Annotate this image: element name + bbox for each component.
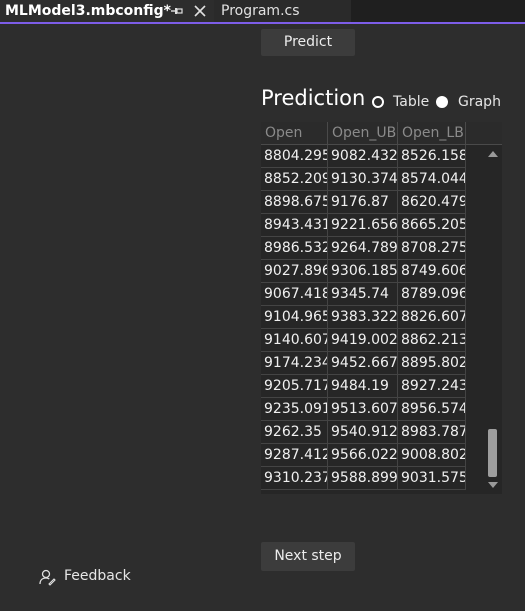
column-header-open[interactable]: Open xyxy=(261,122,328,145)
graph-view-radio[interactable] xyxy=(436,96,448,108)
cell-open-lb: 8789.096 xyxy=(398,283,466,306)
table-row[interactable]: 9067.418 9345.74 8789.096 xyxy=(261,283,487,306)
cell-open-lb: 8708.275 xyxy=(398,237,466,260)
cell-open-ub: 9383.322 xyxy=(328,306,398,329)
cell-open: 9067.418 xyxy=(261,283,328,306)
graph-view-label[interactable]: Graph xyxy=(458,94,501,110)
cell-open-ub: 9345.74 xyxy=(328,283,398,306)
cell-open-ub: 9176.87 xyxy=(328,191,398,214)
cell-open-ub: 9221.656 xyxy=(328,214,398,237)
feedback-icon[interactable] xyxy=(38,568,56,586)
cell-open: 8986.532 xyxy=(261,237,328,260)
table-row[interactable]: 9262.35 9540.912 8983.787 xyxy=(261,421,487,444)
scrollbar-thumb[interactable] xyxy=(488,429,497,477)
cell-open-ub: 9082.432 xyxy=(328,145,398,168)
cell-open-lb: 9031.575 xyxy=(398,467,466,490)
table-view-radio[interactable] xyxy=(372,96,384,108)
table-view-label[interactable]: Table xyxy=(393,94,429,110)
table-row[interactable]: 8898.675 9176.87 8620.479 xyxy=(261,191,487,214)
grid-vertical-scrollbar[interactable] xyxy=(484,146,501,493)
prediction-title: Prediction xyxy=(261,86,366,110)
cell-open: 8898.675 xyxy=(261,191,328,214)
tab-label: Program.cs xyxy=(221,3,300,19)
column-header-open-ub[interactable]: Open_UB xyxy=(328,122,398,145)
cell-open: 9262.35 xyxy=(261,421,328,444)
cell-open-lb: 8665.205 xyxy=(398,214,466,237)
predict-button[interactable]: Predict xyxy=(261,29,355,56)
table-row[interactable]: 9174.234 9452.667 8895.802 xyxy=(261,352,487,375)
cell-open-lb: 8574.044 xyxy=(398,168,466,191)
cell-open: 9027.896 xyxy=(261,260,328,283)
cell-open-ub: 9264.789 xyxy=(328,237,398,260)
cell-open-lb: 8956.574 xyxy=(398,398,466,421)
tab-program-cs[interactable]: Program.cs xyxy=(214,0,351,22)
cell-open-ub: 9484.19 xyxy=(328,375,398,398)
cell-open-ub: 9513.607 xyxy=(328,398,398,421)
table-row[interactable]: 9287.412 9566.022 9008.802 xyxy=(261,444,487,467)
column-header-open-lb[interactable]: Open_LB xyxy=(398,122,466,145)
scroll-up-icon[interactable] xyxy=(488,151,498,157)
table-row[interactable]: 9027.896 9306.185 8749.606 xyxy=(261,260,487,283)
cell-open-lb: 9008.802 xyxy=(398,444,466,467)
tab-mlmodel3[interactable]: MLModel3.mbconfig* xyxy=(0,0,214,24)
cell-open: 9140.607 xyxy=(261,329,328,352)
cell-open: 8943.431 xyxy=(261,214,328,237)
cell-open: 9174.234 xyxy=(261,352,328,375)
cell-open: 9104.965 xyxy=(261,306,328,329)
cell-open-lb: 8526.158 xyxy=(398,145,466,168)
document-tab-bar: MLModel3.mbconfig* Program.cs xyxy=(0,0,525,24)
cell-open-ub: 9588.899 xyxy=(328,467,398,490)
grid-rows: 8804.295 9082.432 8526.158 8852.209 9130.374… xyxy=(261,145,487,490)
table-row[interactable]: 8943.431 9221.656 8665.205 xyxy=(261,214,487,237)
cell-open-lb: 8862.213 xyxy=(398,329,466,352)
cell-open: 8804.295 xyxy=(261,145,328,168)
cell-open-ub: 9452.667 xyxy=(328,352,398,375)
grid-header: Open Open_UB Open_LB xyxy=(261,122,502,145)
table-row[interactable]: 9140.607 9419.002 8862.213 xyxy=(261,329,487,352)
cell-open-ub: 9130.374 xyxy=(328,168,398,191)
table-row[interactable]: 8804.295 9082.432 8526.158 xyxy=(261,145,487,168)
table-row[interactable]: 8852.209 9130.374 8574.044 xyxy=(261,168,487,191)
cell-open: 9310.237 xyxy=(261,467,328,490)
cell-open: 8852.209 xyxy=(261,168,328,191)
cell-open-ub: 9540.912 xyxy=(328,421,398,444)
active-tab-indicator xyxy=(0,22,525,24)
prediction-grid[interactable]: Open Open_UB Open_LB 8804.295 9082.432 852… xyxy=(261,122,502,494)
feedback-link[interactable]: Feedback xyxy=(64,568,131,584)
table-row[interactable]: 9205.717 9484.19 8927.243 xyxy=(261,375,487,398)
cell-open-ub: 9419.002 xyxy=(328,329,398,352)
close-icon[interactable] xyxy=(194,5,206,17)
tab-label: MLModel3.mbconfig* xyxy=(5,3,171,19)
cell-open: 9287.412 xyxy=(261,444,328,467)
cell-open-lb: 8620.479 xyxy=(398,191,466,214)
cell-open-ub: 9566.022 xyxy=(328,444,398,467)
cell-open-lb: 8927.243 xyxy=(398,375,466,398)
scroll-down-icon[interactable] xyxy=(488,482,498,488)
cell-open: 9235.091 xyxy=(261,398,328,421)
table-row[interactable]: 9104.965 9383.322 8826.607 xyxy=(261,306,487,329)
editor-window: MLModel3.mbconfig* Program.cs Predict Pr… xyxy=(0,0,525,611)
cell-open-lb: 8895.802 xyxy=(398,352,466,375)
table-row[interactable]: 9235.091 9513.607 8956.574 xyxy=(261,398,487,421)
cell-open-ub: 9306.185 xyxy=(328,260,398,283)
pin-icon[interactable] xyxy=(170,4,184,18)
next-step-button[interactable]: Next step xyxy=(261,542,355,571)
cell-open-lb: 8826.607 xyxy=(398,306,466,329)
cell-open-lb: 8749.606 xyxy=(398,260,466,283)
column-header-extra[interactable] xyxy=(466,122,502,145)
cell-open: 9205.717 xyxy=(261,375,328,398)
table-row[interactable]: 9310.237 9588.899 9031.575 xyxy=(261,467,487,490)
table-row[interactable]: 8986.532 9264.789 8708.275 xyxy=(261,237,487,260)
cell-open-lb: 8983.787 xyxy=(398,421,466,444)
